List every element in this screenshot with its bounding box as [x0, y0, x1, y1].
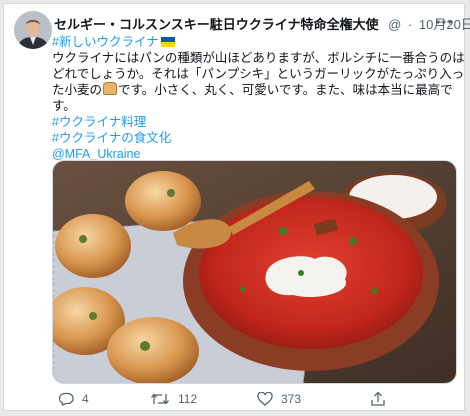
share-action[interactable]	[370, 388, 394, 410]
retweet-action[interactable]: 112	[150, 388, 197, 410]
tweet-text-line-3-end: です。小さく、丸く、可愛いです。また、味は本当に最高で	[118, 83, 453, 97]
like-icon[interactable]	[257, 392, 273, 406]
reply-count: 4	[82, 392, 89, 406]
more-icon[interactable]	[434, 14, 454, 30]
reply-action[interactable]: 4	[58, 388, 89, 410]
hashtag-new-ukraine[interactable]: #新しいウクライナ	[52, 35, 159, 49]
bread-emoji	[103, 82, 118, 95]
like-count: 373	[281, 392, 302, 406]
user-handle[interactable]: @	[388, 17, 401, 32]
ukraine-flag-emoji	[160, 37, 175, 47]
tweet-photo[interactable]	[52, 160, 457, 384]
tweet-card[interactable]: セルギー・コルスンスキー駐日ウクライナ特命全権大使 @ · 10月20日 #新し…	[3, 3, 470, 411]
display-name[interactable]: セルギー・コルスンスキー駐日ウクライナ特命全権大使	[54, 17, 378, 32]
tweet-header: セルギー・コルスンスキー駐日ウクライナ特命全権大使 @ · 10月20日	[54, 14, 470, 32]
separator-dot: ·	[407, 17, 413, 32]
hashtag-ukraine-food-culture[interactable]: #ウクライナの食文化	[52, 130, 457, 146]
hashtag-ukraine-cuisine[interactable]: #ウクライナ料理	[52, 114, 457, 130]
tweet-text: #新しいウクライナ ウクライナにはパンの種類が山ほどありますが、ボルシチに一番合…	[52, 34, 465, 162]
tweet-text-line-2: どれでしょうか。それは「パンプシキ」というガーリックがたっぷり入っ	[52, 67, 465, 81]
like-action[interactable]: 373	[257, 388, 301, 410]
tweet-text-line-3: た小麦の	[52, 83, 103, 97]
retweet-count: 112	[178, 392, 198, 406]
tweet-actions: 4 112 373	[52, 388, 457, 410]
tweet-text-line-4: す。	[52, 99, 76, 113]
tweet-text-line-1: ウクライナにはパンの種類が山ほどありますが、ボルシチに一番合うのは	[52, 51, 465, 65]
retweet-icon[interactable]	[150, 392, 170, 406]
share-icon[interactable]	[370, 391, 386, 407]
reply-icon[interactable]	[58, 392, 74, 406]
avatar[interactable]	[14, 11, 52, 49]
